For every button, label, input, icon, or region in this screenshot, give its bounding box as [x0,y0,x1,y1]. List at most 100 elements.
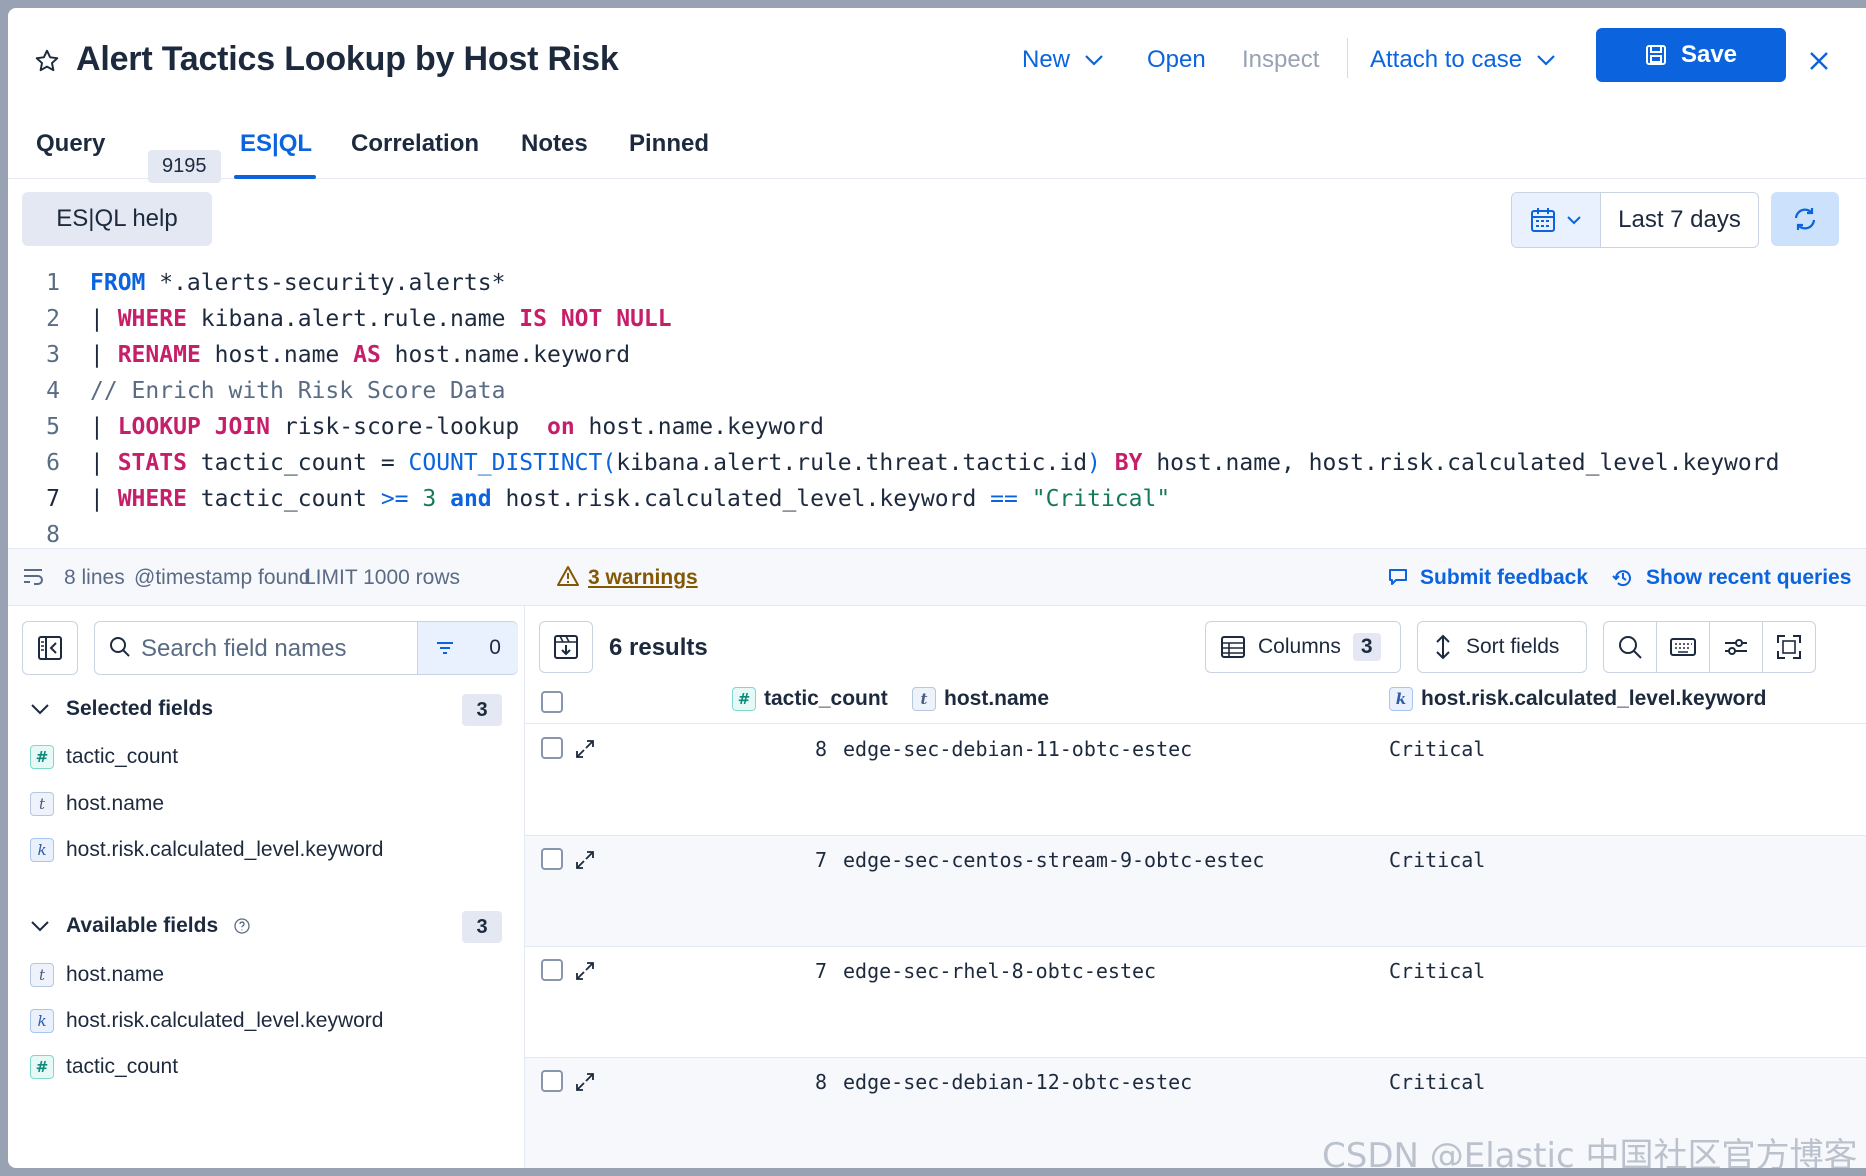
expand-row-icon[interactable] [575,1072,595,1092]
tab-query[interactable]: Query 9195 [36,130,221,183]
search-in-grid-button[interactable] [1603,621,1657,673]
cell-tactic-count[interactable]: 8 [815,737,827,761]
sidebar-collapse-icon [38,636,62,660]
close-icon[interactable] [1808,50,1830,72]
keyboard-shortcuts-button[interactable] [1656,621,1710,673]
row-checkbox[interactable] [541,848,563,870]
expand-row-icon[interactable] [575,961,595,981]
field-type-filter-button[interactable]: 0 [417,622,518,674]
code-line[interactable]: 1 FROM *.alerts-security.alerts* [8,270,505,306]
field-item-host-name[interactable]: t host.name [30,963,164,987]
cell-risk-level[interactable]: Critical [1389,1070,1485,1094]
save-button[interactable]: Save [1596,28,1786,82]
row-checkbox[interactable] [541,959,563,981]
question-icon[interactable] [234,918,250,934]
inspect-label: Inspect [1242,46,1320,73]
selected-fields-count: 3 [462,694,502,726]
collapse-sidebar-button[interactable] [22,621,78,675]
history-icon [1612,570,1631,587]
quick-select-button[interactable] [1512,193,1601,247]
code-token: "Critical" [1031,486,1171,512]
table-row[interactable]: 7 edge-sec-rhel-8-obtc-estec Critical [525,947,1866,1058]
line-number: 4 [46,378,60,404]
cell-tactic-count[interactable]: 7 [815,959,827,983]
tab-notes[interactable]: Notes [521,130,588,158]
code-line[interactable]: 6 | STATS tactic_count = COUNT_DISTINCT(k… [8,450,1779,486]
table-row[interactable]: 7 edge-sec-centos-stream-9-obtc-estec Crit… [525,836,1866,947]
star-icon[interactable] [34,48,60,74]
date-picker[interactable]: Last 7 days [1511,192,1759,248]
cell-risk-level[interactable]: Critical [1389,737,1485,761]
cell-risk-level[interactable]: Critical [1389,959,1485,983]
wrap-lines-icon[interactable] [22,567,46,587]
submit-feedback-link[interactable]: Submit feedback [1420,566,1588,590]
select-all-checkbox[interactable] [541,691,563,713]
column-header-tactic-count[interactable]: # tactic_count [732,687,888,711]
cell-host-name[interactable]: edge-sec-centos-stream-9-obtc-estec [843,848,1264,872]
code-token: | [90,414,118,440]
esql-help-button[interactable]: ES|QL help [22,192,212,246]
code-token: host.name.keyword [574,414,824,440]
fullscreen-button[interactable] [1762,621,1816,673]
code-line[interactable]: 2 | WHERE kibana.alert.rule.name IS NOT N… [8,306,671,342]
field-name: host.name [66,963,165,986]
cell-tactic-count[interactable]: 7 [815,848,827,872]
new-button[interactable]: New [1022,46,1104,74]
selected-fields-title: Selected fields [66,697,214,720]
attach-to-case-button[interactable]: Attach to case [1370,46,1556,74]
inspect-button[interactable]: Inspect [1242,46,1319,74]
column-header-host-name[interactable]: t host.name [912,687,1049,711]
field-item-tactic-count[interactable]: # tactic_count [30,745,178,769]
row-checkbox[interactable] [541,737,563,759]
selected-fields-toggle[interactable]: Selected fields [30,697,213,721]
cell-host-name[interactable]: edge-sec-debian-11-obtc-estec [843,737,1192,761]
open-button[interactable]: Open [1147,46,1206,74]
display-settings-button[interactable] [1709,621,1763,673]
sort-fields-button[interactable]: Sort fields [1417,621,1587,673]
refresh-button[interactable] [1771,192,1839,246]
code-token: kibana.alert.rule.name [186,306,520,332]
fullscreen-icon [1777,635,1801,659]
field-item-host-risk-level[interactable]: k host.risk.calculated_level.keyword [30,1009,383,1033]
code-token: on [546,414,575,440]
results-data-grid: 6 results Columns 3 Sort fields # tactic… [525,605,1866,1168]
code-line[interactable]: 7 | WHERE tactic_count >= 3 and host.risk… [8,486,1170,522]
code-token: host.name.keyword [380,342,631,368]
tab-correlation[interactable]: Correlation [351,130,479,158]
code-line[interactable]: 5 | LOOKUP JOIN risk-score-lookup on host… [8,414,824,450]
warnings-link[interactable]: 3 warnings [588,566,698,590]
search-field-names-input[interactable]: Search field names 0 [94,621,518,675]
row-checkbox[interactable] [541,1070,563,1092]
columns-button[interactable]: Columns 3 [1205,621,1401,673]
field-item-host-risk-level[interactable]: k host.risk.calculated_level.keyword [30,838,383,862]
show-recent-queries-link[interactable]: Show recent queries [1646,566,1851,590]
available-fields-toggle[interactable]: Available fields [30,914,250,938]
expand-row-icon[interactable] [575,739,595,759]
toggle-histogram-button[interactable] [539,621,593,673]
field-item-tactic-count[interactable]: # tactic_count [30,1055,178,1079]
tab-esql[interactable]: ES|QL [240,130,312,158]
code-token: tactic_count = [186,450,409,476]
new-label: New [1022,46,1071,73]
cell-host-name[interactable]: edge-sec-debian-12-obtc-estec [843,1070,1192,1094]
text-field-icon: t [912,687,936,711]
keyword-field-icon: k [1389,687,1413,711]
esql-query-editor[interactable]: 1 FROM *.alerts-security.alerts* 2 | WHERE … [8,270,1866,548]
cell-risk-level[interactable]: Critical [1389,848,1485,872]
line-number: 7 [46,486,60,512]
code-line[interactable]: 4 // Enrich with Risk Score Data [8,378,505,414]
expand-row-icon[interactable] [575,850,595,870]
column-header-risk-level[interactable]: k host.risk.calculated_level.keyword [1389,687,1767,711]
field-name: tactic_count [66,745,179,768]
code-line[interactable]: 8 [8,522,90,548]
table-row[interactable]: 8 edge-sec-debian-11-obtc-estec Critical [525,725,1866,836]
search-icon [1619,636,1642,659]
cell-tactic-count[interactable]: 8 [815,1070,827,1094]
code-line[interactable]: 3 | RENAME host.name AS host.name.keyword [8,342,630,378]
cell-host-name[interactable]: edge-sec-rhel-8-obtc-estec [843,959,1156,983]
field-item-host-name[interactable]: t host.name [30,792,164,816]
date-range-label[interactable]: Last 7 days [1601,193,1758,247]
code-token: FROM [90,270,146,296]
tab-pinned[interactable]: Pinned [629,130,709,158]
timestamp-status: @timestamp found [134,566,311,589]
